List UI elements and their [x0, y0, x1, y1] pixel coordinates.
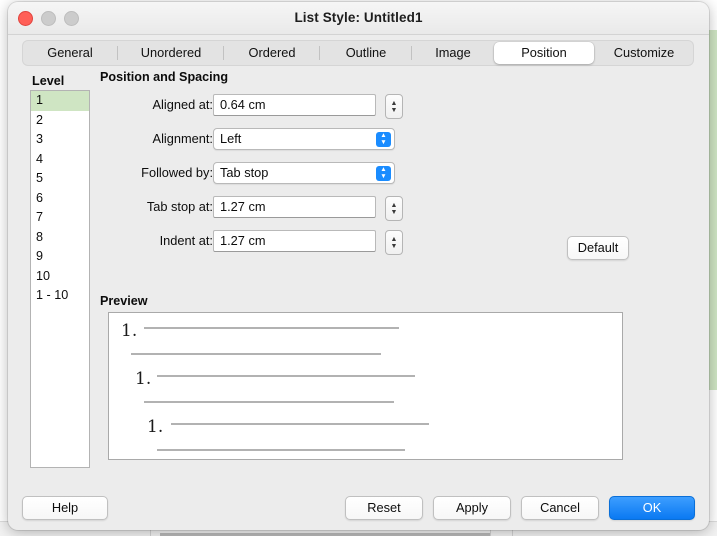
- tab-image[interactable]: Image: [412, 42, 494, 64]
- level-heading: Level: [32, 74, 65, 88]
- field-row: Indent at: 1.27 cm ▲ ▼: [100, 230, 420, 255]
- tab-customize[interactable]: Customize: [594, 42, 694, 64]
- dialog-footer: Help Reset Apply Cancel OK: [8, 476, 709, 530]
- cancel-button[interactable]: Cancel: [521, 496, 599, 520]
- position-group-heading: Position and Spacing: [100, 70, 229, 84]
- tab-unordered[interactable]: Unordered: [118, 42, 224, 64]
- spinner-stepper[interactable]: ▲ ▼: [385, 94, 403, 119]
- tab-label: Outline: [345, 45, 387, 60]
- field-control: Tab stop ▲ ▼: [213, 162, 395, 184]
- dialog-title: List Style: Untitled1: [294, 10, 423, 25]
- position-panel: Level 1 2 3 4 5 6 7 8 9 10 1 - 10 Position and Spa…: [22, 70, 694, 468]
- field-control: 0.64 cm ▲ ▼: [213, 94, 403, 119]
- background-green-strip: [709, 30, 717, 390]
- default-button[interactable]: Default: [567, 236, 629, 260]
- spinner-stepper[interactable]: ▲ ▼: [385, 230, 403, 255]
- preview-box: 1. 1. 1.: [108, 312, 623, 460]
- field-row: Alignment: Left ▲ ▼: [100, 128, 420, 152]
- field-label: Aligned at:: [152, 97, 213, 112]
- preview-text-line: [131, 353, 381, 355]
- level-item[interactable]: 1 - 10: [31, 286, 89, 306]
- tab-bar: General Unordered Ordered Outline Image Posit…: [22, 40, 694, 66]
- preview-marker: 1.: [121, 321, 138, 341]
- dropdown-select[interactable]: Tab stop ▲ ▼: [213, 162, 395, 184]
- field-row: Followed by: Tab stop ▲ ▼: [100, 162, 420, 186]
- reset-button[interactable]: Reset: [345, 496, 423, 520]
- field-label: Followed by:: [141, 165, 213, 180]
- field-label: Tab stop at:: [146, 199, 213, 214]
- chevron-down-icon[interactable]: ▼: [391, 209, 398, 216]
- preview-marker: 1.: [147, 417, 164, 437]
- level-item[interactable]: 9: [31, 247, 89, 267]
- tab-label: Customize: [613, 45, 675, 60]
- text-input[interactable]: 1.27 cm: [213, 230, 376, 252]
- tab-label: Ordered: [248, 45, 296, 60]
- preview-text-line: [144, 327, 399, 329]
- ok-button[interactable]: OK: [609, 496, 695, 520]
- preview-text-line: [157, 375, 415, 377]
- tab-outline[interactable]: Outline: [320, 42, 412, 64]
- list-style-dialog: List Style: Untitled1 General Unordered Or…: [8, 2, 709, 530]
- tab-label: Position: [521, 45, 567, 60]
- tab-label: Image: [435, 45, 471, 60]
- preview-marker: 1.: [135, 369, 152, 389]
- tab-label: Unordered: [140, 45, 202, 60]
- dropdown-value: Left: [220, 131, 242, 146]
- tab-general[interactable]: General: [22, 42, 118, 64]
- tab-label: General: [47, 45, 93, 60]
- text-input[interactable]: 1.27 cm: [213, 196, 376, 218]
- dropdown-value: Tab stop: [220, 165, 269, 180]
- field-label: Alignment:: [152, 131, 213, 146]
- level-item[interactable]: 10: [31, 267, 89, 287]
- chevron-up-icon[interactable]: ▲: [391, 236, 398, 243]
- spinner-stepper[interactable]: ▲ ▼: [385, 196, 403, 221]
- chevron-updown-icon[interactable]: ▲ ▼: [376, 166, 391, 181]
- level-list[interactable]: 1 2 3 4 5 6 7 8 9 10 1 - 10: [30, 90, 90, 468]
- field-control: 1.27 cm ▲ ▼: [213, 196, 403, 221]
- field-row: Tab stop at: 1.27 cm ▲ ▼: [100, 196, 420, 221]
- preview-text-line: [144, 401, 394, 403]
- level-item[interactable]: 2: [31, 111, 89, 131]
- chevron-updown-icon[interactable]: ▲ ▼: [376, 132, 391, 147]
- chevron-down-icon[interactable]: ▼: [391, 107, 398, 114]
- field-control: 1.27 cm ▲ ▼: [213, 230, 403, 255]
- chevron-up-icon[interactable]: ▲: [391, 100, 398, 107]
- field-control: Left ▲ ▼: [213, 128, 395, 150]
- tab-position[interactable]: Position: [494, 42, 594, 64]
- preview-text-line: [157, 449, 405, 451]
- apply-button[interactable]: Apply: [433, 496, 511, 520]
- preview-heading: Preview: [100, 294, 148, 308]
- field-label: Indent at:: [159, 233, 213, 248]
- chevron-up-icon[interactable]: ▲: [391, 202, 398, 209]
- dropdown-select[interactable]: Left ▲ ▼: [213, 128, 395, 150]
- field-row: Aligned at: 0.64 cm ▲ ▼: [100, 94, 420, 119]
- preview-text-line: [171, 423, 429, 425]
- text-input[interactable]: 0.64 cm: [213, 94, 376, 116]
- help-button[interactable]: Help: [22, 496, 108, 520]
- dialog-titlebar: List Style: Untitled1: [8, 2, 709, 35]
- tab-ordered[interactable]: Ordered: [224, 42, 320, 64]
- chevron-down-icon[interactable]: ▼: [391, 243, 398, 250]
